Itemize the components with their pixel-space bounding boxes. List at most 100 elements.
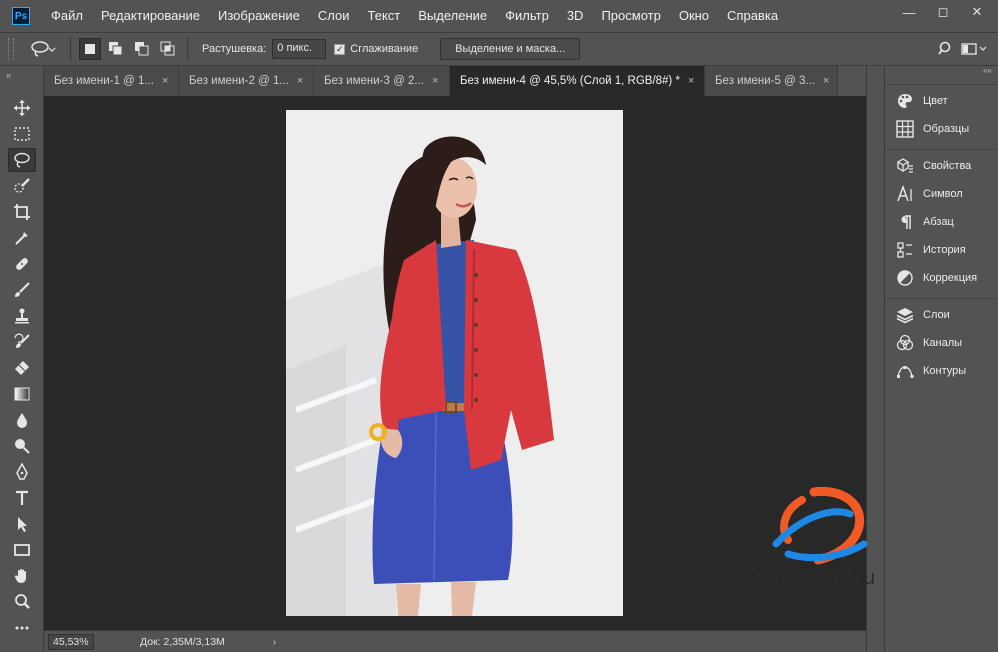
lasso-tool[interactable]	[8, 148, 36, 172]
character-icon	[895, 185, 915, 203]
menu-file[interactable]: Файл	[42, 0, 92, 32]
tab-document-2[interactable]: Без имени-2 @ 1... ×	[179, 66, 314, 96]
panel-label: Слои	[923, 309, 950, 321]
gradient-icon	[14, 387, 30, 401]
maximize-button[interactable]: ◻	[926, 0, 960, 24]
tab-close-icon[interactable]: ×	[823, 75, 829, 87]
clone-stamp-tool[interactable]	[8, 304, 36, 328]
tool-preset-picker[interactable]	[22, 36, 64, 62]
paths-icon	[895, 362, 915, 380]
zoom-tool[interactable]	[8, 590, 36, 614]
zoom-level-field[interactable]: 45,53%	[48, 633, 94, 650]
tab-close-icon[interactable]: ×	[688, 75, 694, 87]
paragraph-icon	[895, 213, 915, 231]
panel-properties[interactable]: Свойства	[887, 152, 996, 180]
feather-input[interactable]: 0 пикс.	[272, 39, 327, 59]
tab-document-1[interactable]: Без имени-1 @ 1... ×	[44, 66, 179, 96]
history-brush-tool[interactable]	[8, 330, 36, 354]
menu-layers[interactable]: Слои	[309, 0, 359, 32]
lasso-icon	[14, 152, 30, 168]
menu-type[interactable]: Текст	[359, 0, 410, 32]
antialias-checkbox[interactable]: ✓	[334, 43, 346, 55]
arrow-cursor-icon	[18, 517, 27, 532]
menu-image[interactable]: Изображение	[209, 0, 309, 32]
new-selection-button[interactable]	[79, 38, 101, 60]
panel-label: Свойства	[923, 160, 972, 172]
history-brush-icon	[14, 333, 30, 348]
eraser-tool[interactable]	[8, 356, 36, 380]
healing-brush-tool[interactable]	[8, 252, 36, 276]
menu-select[interactable]: Выделение	[409, 0, 496, 32]
marquee-tool[interactable]	[8, 122, 36, 146]
menu-edit[interactable]: Редактирование	[92, 0, 209, 32]
panel-paragraph[interactable]: Абзац	[887, 208, 996, 236]
quick-selection-tool[interactable]	[8, 174, 36, 198]
panel-history[interactable]: История	[887, 236, 996, 264]
type-tool[interactable]	[8, 486, 36, 510]
tab-document-5[interactable]: Без имени-5 @ 3... ×	[705, 66, 838, 96]
window-controls: — ◻ ✕	[892, 0, 994, 24]
search-button[interactable]	[934, 38, 958, 60]
select-and-mask-button[interactable]: Выделение и маска...	[440, 38, 581, 60]
panel-label: История	[923, 244, 966, 256]
tab-document-4[interactable]: Без имени-4 @ 45,5% (Слой 1, RGB/8#) * ×	[450, 66, 705, 96]
swatches-icon	[895, 120, 915, 138]
intersect-selection-button[interactable]	[157, 38, 179, 60]
tab-close-icon[interactable]: ×	[162, 75, 168, 87]
bandage-icon	[16, 258, 28, 270]
watermark-text: WamOtvet.ru	[756, 567, 876, 589]
add-to-selection-button[interactable]	[105, 38, 127, 60]
menu-help[interactable]: Справка	[718, 0, 787, 32]
canvas-area[interactable]	[44, 96, 866, 630]
subtract-from-selection-button[interactable]	[131, 38, 153, 60]
feather-label: Растушевка:	[202, 43, 267, 55]
panel-channels[interactable]: Каналы	[887, 329, 996, 357]
properties-icon	[895, 157, 915, 175]
menu-view[interactable]: Просмотр	[592, 0, 669, 32]
panel-color[interactable]: Цвет	[887, 87, 996, 115]
menu-3d[interactable]: 3D	[558, 0, 593, 32]
eyedropper-tool[interactable]	[8, 226, 36, 250]
more-tools[interactable]	[8, 616, 36, 640]
tools-panel: »	[0, 66, 44, 652]
photoshop-logo-icon[interactable]: Ps	[12, 7, 30, 25]
tab-label: Без имени-3 @ 2...	[324, 75, 424, 87]
menu-window[interactable]: Окно	[670, 0, 718, 32]
crop-icon	[14, 204, 30, 220]
panels-collapse-icon[interactable]: ««	[885, 66, 998, 80]
type-icon	[16, 490, 28, 505]
panel-label: Коррекция	[923, 272, 978, 284]
hand-tool[interactable]	[8, 564, 36, 588]
path-selection-tool[interactable]	[8, 512, 36, 536]
panel-layers[interactable]: Слои	[887, 301, 996, 329]
minimize-button[interactable]: —	[892, 0, 926, 24]
blur-tool[interactable]	[8, 408, 36, 432]
panel-adjustments[interactable]: Коррекция	[887, 264, 996, 292]
close-button[interactable]: ✕	[960, 0, 994, 24]
tab-close-icon[interactable]: ×	[297, 75, 303, 87]
panel-character[interactable]: Символ	[887, 180, 996, 208]
workspace-switcher[interactable]	[958, 38, 992, 60]
tab-close-icon[interactable]: ×	[432, 75, 438, 87]
document-canvas[interactable]	[286, 110, 623, 616]
panel-group-properties: Свойства Символ Абзац История Коррекция	[887, 149, 996, 294]
dodge-tool[interactable]	[8, 434, 36, 458]
drop-icon	[17, 413, 27, 428]
document-tabs: Без имени-1 @ 1... × Без имени-2 @ 1... × …	[44, 66, 866, 96]
tab-document-3[interactable]: Без имени-3 @ 2... ×	[314, 66, 450, 96]
options-grip[interactable]	[8, 38, 14, 60]
rectangle-tool[interactable]	[8, 538, 36, 562]
channels-icon	[895, 334, 915, 352]
status-bar: 45,53% Док: 2,35M/3,13M ›	[44, 630, 866, 652]
gradient-tool[interactable]	[8, 382, 36, 406]
panel-swatches[interactable]: Образцы	[887, 115, 996, 143]
status-menu-arrow[interactable]: ›	[273, 636, 277, 648]
separator	[187, 37, 188, 61]
crop-tool[interactable]	[8, 200, 36, 224]
pen-tool[interactable]	[8, 460, 36, 484]
menu-filter[interactable]: Фильтр	[496, 0, 558, 32]
panel-paths[interactable]: Контуры	[887, 357, 996, 385]
move-tool[interactable]	[8, 96, 36, 120]
brush-tool[interactable]	[8, 278, 36, 302]
toolbar-collapse-icon[interactable]: »	[0, 66, 43, 92]
